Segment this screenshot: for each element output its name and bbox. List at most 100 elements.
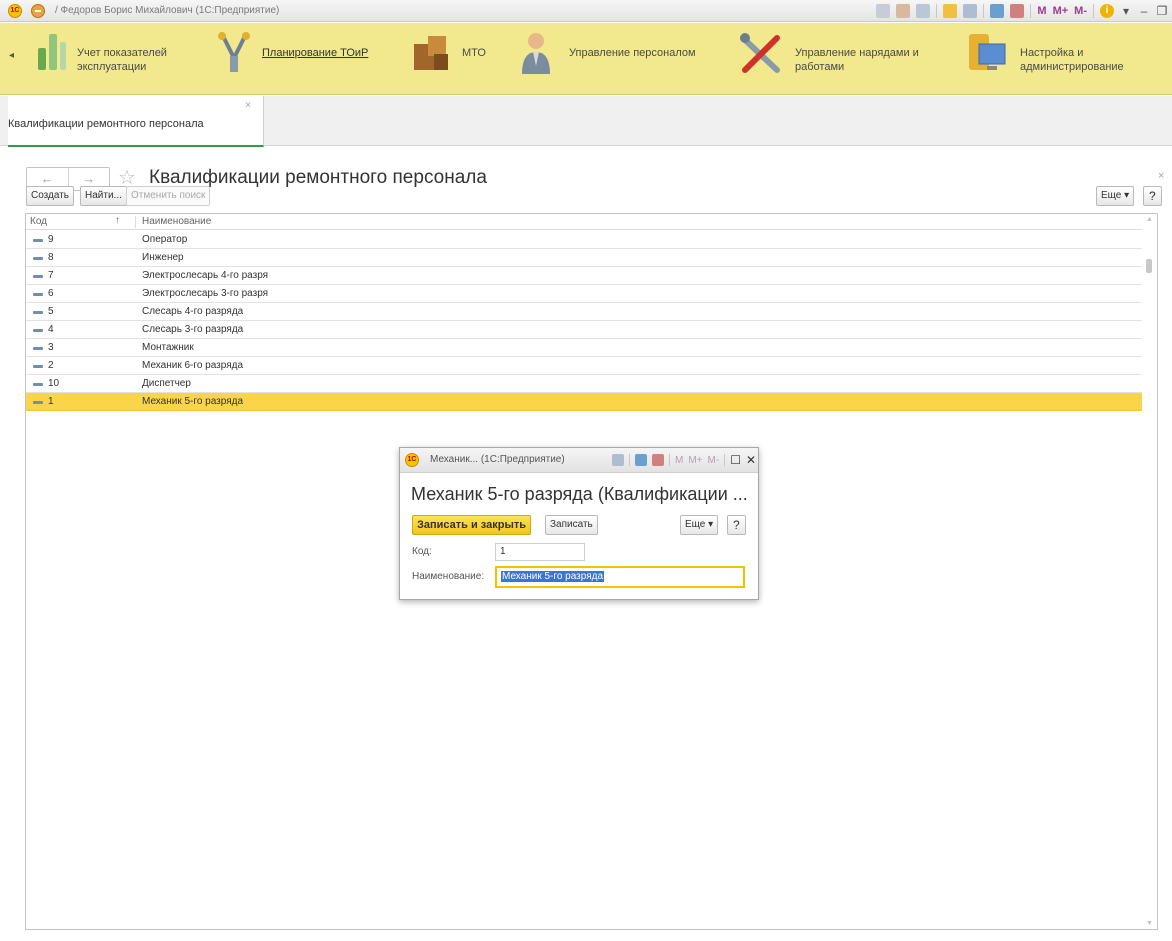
save-button[interactable]: Записать [545, 515, 598, 535]
dialog-title-bar[interactable]: 1С Механик... (1С:Предприятие) M M+ M- ☐… [400, 448, 758, 473]
memory-m-button[interactable]: M [1037, 5, 1046, 17]
scroll-up-icon[interactable]: ▲ [1146, 216, 1153, 223]
row-code: 5 [48, 306, 54, 317]
section-label: Планирование ТОиР [262, 47, 369, 59]
scroll-down-icon[interactable]: ▼ [1146, 920, 1153, 927]
code-field[interactable]: 1 [495, 543, 585, 561]
section-settings[interactable]: Настройка и администрирование [967, 23, 1167, 95]
info-icon[interactable]: i [1100, 4, 1114, 18]
section-mto[interactable]: МТО [410, 23, 500, 95]
table-row[interactable]: 8 Инженер [26, 249, 1142, 267]
minimize-icon[interactable]: – [1138, 4, 1150, 18]
memory-m-plus-button[interactable]: M+ [688, 455, 702, 466]
more-button[interactable]: Еще ▾ [680, 515, 719, 535]
sections-panel: ◂ Учет показателей эксплуатации Планирова… [0, 23, 1172, 95]
item-marker-icon [33, 401, 43, 404]
create-button[interactable]: Создать [26, 186, 75, 206]
toolbar-divider [1093, 4, 1094, 18]
table-row[interactable]: 10 Диспетчер [26, 375, 1142, 393]
dropdown-arrow-icon[interactable]: ▾ [1120, 4, 1132, 18]
table-row[interactable]: 4 Слесарь 3-го разряда [26, 321, 1142, 339]
column-header-code[interactable]: Код [30, 216, 47, 227]
section-label: Учет показателей эксплуатации [77, 47, 167, 73]
table-row[interactable]: 3 Монтажник [26, 339, 1142, 357]
memory-m-button[interactable]: M [675, 455, 683, 466]
table-row[interactable]: 6 Электрослесарь 3-го разря [26, 285, 1142, 303]
window-toolbar: M M+ M- i ▾ – ❐ [876, 2, 1172, 20]
column-divider[interactable] [135, 216, 136, 228]
save-and-close-button[interactable]: Записать и закрыть [412, 515, 532, 535]
section-label: МТО [462, 47, 486, 59]
find-button[interactable]: Найти... [80, 186, 127, 206]
print-icon[interactable] [612, 454, 624, 466]
form-close-icon[interactable]: × [1158, 170, 1164, 182]
toolbar-divider [1030, 4, 1032, 18]
maximize-icon[interactable]: ❐ [1156, 4, 1168, 18]
name-field[interactable]: Механик 5-го разряда [495, 566, 745, 588]
person-icon [522, 33, 550, 74]
table-row[interactable]: 7 Электрослесарь 4-го разря [26, 267, 1142, 285]
close-icon[interactable]: ✕ [746, 453, 756, 467]
item-marker-icon [33, 365, 43, 368]
memory-m-minus-button[interactable]: M- [708, 455, 720, 466]
section-label: Настройка и администрирование [1020, 47, 1124, 73]
calendar-icon[interactable] [652, 454, 664, 466]
calculator-icon[interactable] [990, 4, 1005, 18]
table-row[interactable]: 1 Механик 5-го разряда [26, 393, 1142, 411]
calculator-icon[interactable] [635, 454, 647, 466]
print-icon[interactable] [963, 4, 978, 18]
tab-qualifications[interactable]: Квалификации ремонтного персонала × [8, 96, 264, 147]
memory-m-minus-button[interactable]: M- [1074, 5, 1087, 17]
help-button[interactable]: ? [1143, 186, 1162, 206]
section-work-orders[interactable]: Управление нарядами и работами [737, 23, 947, 95]
item-marker-icon [33, 347, 43, 350]
memory-m-plus-button[interactable]: M+ [1053, 5, 1069, 17]
history-icon[interactable] [896, 4, 911, 18]
row-code: 7 [48, 270, 54, 281]
sort-ascending-icon: ↑ [115, 215, 120, 226]
favorites-icon[interactable] [943, 4, 958, 18]
tab-close-icon[interactable]: × [245, 100, 251, 111]
row-name: Электрослесарь 3-го разря [142, 288, 269, 299]
table-row[interactable]: 9 Оператор [26, 231, 1142, 249]
item-marker-icon [33, 239, 43, 242]
row-name: Механик 6-го разряда [142, 360, 244, 371]
window-title-bar: 1С / Федоров Борис Михайлович (1С:Предпр… [0, 0, 1172, 22]
toolbar-divider [669, 454, 670, 466]
tools-icon [218, 32, 250, 72]
row-code: 2 [48, 360, 54, 371]
scrollbar-thumb[interactable] [1146, 259, 1152, 273]
toolbar-divider [629, 454, 630, 466]
section-planning[interactable]: Планирование ТОиР [216, 23, 386, 95]
row-code: 4 [48, 324, 54, 335]
cancel-search-button[interactable]: Отменить поиск [126, 186, 211, 206]
settings-computer-icon [969, 34, 1006, 70]
section-operations-metrics[interactable]: Учет показателей эксплуатации [30, 23, 200, 95]
section-label: Управление нарядами и работами [795, 47, 919, 73]
scroll-left-icon[interactable]: ◂ [9, 50, 14, 61]
more-button[interactable]: Еще ▾ [1096, 186, 1135, 206]
dialog-heading: Механик 5-го разряда (Квалификации ... [411, 484, 748, 504]
app-logo-icon[interactable]: 1С [8, 4, 22, 18]
calendar-icon[interactable] [1010, 4, 1025, 18]
code-value: 1 [500, 546, 506, 557]
maximize-icon[interactable]: ☐ [730, 453, 741, 467]
table-row[interactable]: 5 Слесарь 4-го разряда [26, 303, 1142, 321]
dialog-toolbar: M M+ M- ☐ ✕ [612, 453, 756, 467]
table-header: Код ↑ Наименование [26, 214, 1142, 230]
row-code: 3 [48, 342, 54, 353]
table-row[interactable]: 2 Механик 6-го разряда [26, 357, 1142, 375]
row-name: Механик 5-го разряда [142, 396, 244, 407]
main-menu-icon[interactable] [31, 4, 45, 18]
item-marker-icon [33, 257, 43, 260]
toolbar-divider [936, 4, 938, 18]
help-button[interactable]: ? [727, 515, 746, 535]
item-marker-icon [33, 329, 43, 332]
vertical-scrollbar[interactable]: ▲ ▼ [1141, 214, 1157, 929]
link-icon[interactable] [916, 4, 931, 18]
column-header-name[interactable]: Наименование [142, 216, 211, 227]
home-icon[interactable] [876, 4, 891, 18]
section-personnel[interactable]: Управление персоналом [519, 23, 719, 95]
row-code: 9 [48, 234, 54, 245]
name-label: Наименование: [412, 571, 485, 582]
